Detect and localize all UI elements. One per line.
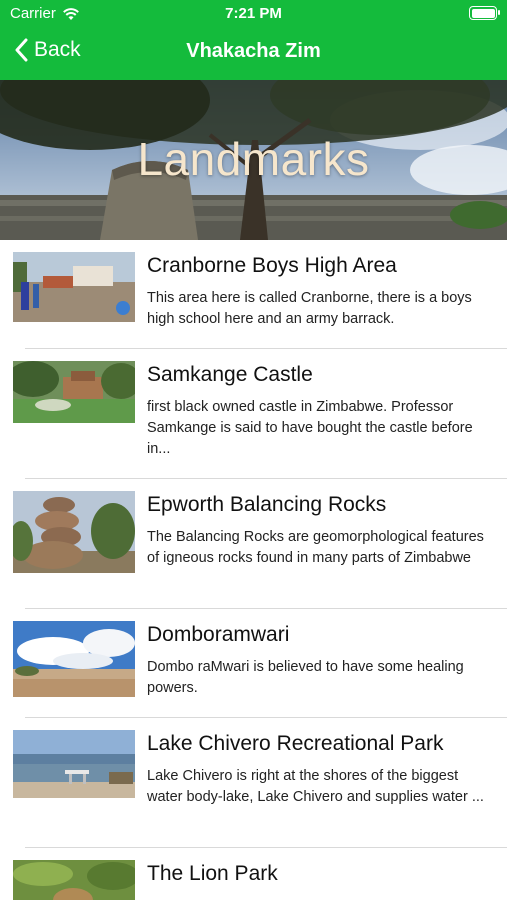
landmark-title: Lake Chivero Recreational Park <box>147 732 444 755</box>
landmark-thumbnail <box>13 361 135 423</box>
list-item[interactable]: Domboramwari Dombo raMwari is believed t… <box>0 609 507 718</box>
list-item[interactable]: Samkange Castle first black owned castle… <box>0 349 507 479</box>
status-bar: Carrier 7:21 PM <box>0 0 507 28</box>
landmark-description: The Balancing Rocks are geomorphological… <box>147 529 484 566</box>
landmark-title: The Lion Park <box>147 862 278 885</box>
list-item[interactable]: The Lion Park <box>0 848 507 900</box>
landmark-thumbnail <box>13 860 135 900</box>
landmark-description: Dombo raMwari is believed to have some h… <box>147 659 464 696</box>
landmark-thumbnail <box>13 621 135 697</box>
hero-title: Landmarks <box>137 133 370 185</box>
landmark-description: Lake Chivero is right at the shores of t… <box>147 768 484 805</box>
landmark-thumbnail <box>13 491 135 573</box>
list-item[interactable]: Epworth Balancing Rocks The Balancing Ro… <box>0 479 507 609</box>
landmarks-banner: Landmarks <box>0 80 507 240</box>
landmark-title: Samkange Castle <box>147 363 313 386</box>
landmark-description: first black owned castle in Zimbabwe. Pr… <box>147 399 473 457</box>
landmark-description: This area here is called Cranborne, ther… <box>147 290 472 327</box>
list-item[interactable]: Cranborne Boys High Area This area here … <box>0 240 507 349</box>
battery-icon <box>469 6 500 20</box>
landmark-thumbnail <box>13 730 135 798</box>
list-item[interactable]: Lake Chivero Recreational Park Lake Chiv… <box>0 718 507 848</box>
navigation-header: Carrier 7:21 PM Back Vhakacha Zim <box>0 0 507 80</box>
landmark-list[interactable]: Cranborne Boys High Area This area here … <box>0 240 507 900</box>
status-time: 7:21 PM <box>225 5 282 22</box>
landmark-title: Cranborne Boys High Area <box>147 254 397 277</box>
landmark-title: Domboramwari <box>147 623 290 646</box>
page-title: Vhakacha Zim <box>186 40 321 62</box>
nav-bar: Back Vhakacha Zim <box>0 28 507 78</box>
landmark-thumbnail <box>13 252 135 322</box>
landmark-title: Epworth Balancing Rocks <box>147 493 387 516</box>
